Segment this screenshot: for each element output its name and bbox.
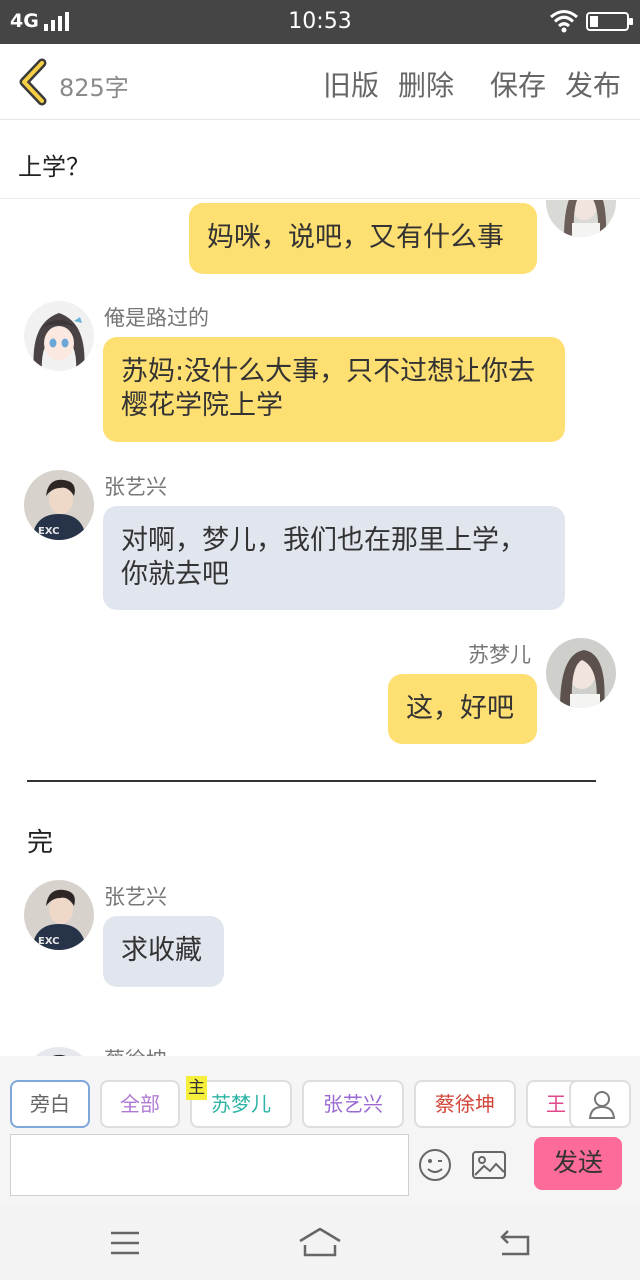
battery-icon: [586, 12, 633, 31]
message-input[interactable]: [10, 1134, 409, 1196]
message-bubble[interactable]: 这，好吧: [388, 674, 537, 744]
role-chip-cai-xukun[interactable]: 蔡徐坤: [414, 1080, 516, 1128]
avatar-anime-girl[interactable]: [24, 301, 94, 371]
message-bubble[interactable]: 妈咪，说吧，又有什么事: [189, 203, 537, 274]
svg-text:EXC: EXC: [38, 936, 60, 947]
message-bubble[interactable]: 求收藏: [103, 916, 224, 987]
message-bubble[interactable]: 苏妈:没什么大事，只不过想让你去樱花学院上学: [103, 337, 565, 442]
old-version-button[interactable]: 旧版: [323, 64, 379, 104]
sender-name: 张艺兴: [104, 475, 167, 499]
message-bubble[interactable]: 对啊，梦儿，我们也在那里上学，你就去吧: [103, 506, 565, 610]
system-nav-bar: [0, 1205, 640, 1280]
publish-button[interactable]: 发布: [565, 64, 621, 104]
send-button[interactable]: 发送: [534, 1137, 622, 1190]
role-chip-all[interactable]: 全部: [100, 1080, 180, 1128]
home-icon[interactable]: [298, 1225, 342, 1261]
avatar-zhang-yixing[interactable]: EXC: [24, 880, 94, 950]
avatar-su-menger[interactable]: [546, 638, 616, 708]
delete-button[interactable]: 删除: [398, 64, 454, 104]
sender-name: 蔡徐坤: [104, 1044, 167, 1056]
menu-icon[interactable]: [110, 1225, 140, 1261]
save-button[interactable]: 保存: [490, 64, 546, 104]
main-character-badge: 主: [186, 1076, 207, 1100]
character-manage-button[interactable]: [569, 1080, 631, 1128]
sender-name: 俺是路过的: [104, 306, 209, 330]
sender-name: 苏梦儿: [468, 643, 531, 667]
story-title: 上学？: [18, 153, 90, 181]
role-chip-narrator[interactable]: 旁白: [10, 1080, 90, 1128]
narration-text[interactable]: 完: [27, 822, 53, 859]
role-chip-su-menger[interactable]: 主 苏梦儿: [186, 1076, 292, 1128]
image-icon[interactable]: [472, 1151, 506, 1179]
avatar-cai-xukun[interactable]: [24, 1047, 94, 1056]
clock: 10:53: [288, 9, 352, 34]
avatar-zhang-yixing[interactable]: EXC: [24, 470, 94, 540]
story-title-row[interactable]: 上学？: [0, 121, 640, 199]
sender-name: 张艺兴: [104, 885, 167, 909]
editor-toolbar: 825字 旧版 删除 保存 发布: [0, 44, 640, 120]
compose-panel: 旁白 全部 主 苏梦儿 张艺兴 蔡徐坤 王 发送: [0, 1056, 640, 1205]
chat-area[interactable]: 妈咪，说吧，又有什么事 俺是路过的 苏妈:没什么大事，只不过想让你去樱花学院上学…: [0, 200, 640, 1056]
back-chevron-icon[interactable]: [12, 58, 52, 106]
back-icon[interactable]: [498, 1225, 532, 1261]
section-divider: [27, 780, 596, 782]
word-count: 825字: [59, 74, 129, 102]
emoji-icon[interactable]: [418, 1148, 452, 1182]
chip-label: 苏梦儿: [211, 1092, 271, 1116]
avatar-su-menger[interactable]: [546, 200, 616, 237]
svg-text:EXC: EXC: [38, 526, 60, 537]
person-icon: [588, 1091, 616, 1119]
status-bar: 4G 10:53: [0, 0, 640, 44]
role-chip-zhang-yixing[interactable]: 张艺兴: [302, 1080, 404, 1128]
wifi-icon: [550, 10, 578, 33]
